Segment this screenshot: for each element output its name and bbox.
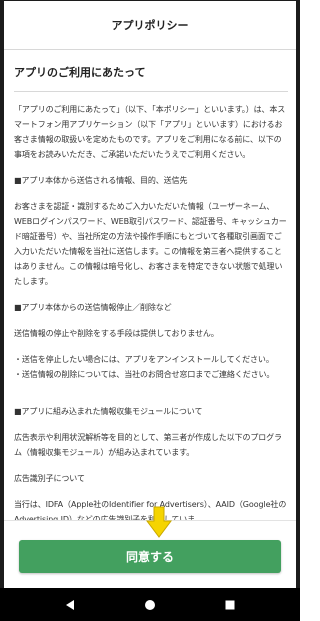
section-body: 送信情報の停止や削除をする手段は提供しておりません。 bbox=[14, 329, 219, 338]
bullet-item: ・送信を停止したい場合には、アプリをアンインストールしてください。 bbox=[14, 355, 274, 364]
section-body: 広告表示や利用状況解析等を目的として、第三者が作成した以下のプログラム（情報収集… bbox=[14, 433, 282, 457]
section-body: お客さまを認証・識別するためご入力いただいた情報（ユーザーネーム、WEBログイン… bbox=[14, 202, 287, 286]
section-title: ■アプリ本体から送信される情報、目的、送信先 bbox=[14, 176, 188, 185]
page-title: アプリポリシー bbox=[111, 19, 189, 32]
arrow-down-icon bbox=[146, 506, 172, 538]
section-subtitle: 広告識別子について bbox=[14, 474, 85, 483]
agree-button[interactable]: 同意する bbox=[19, 540, 281, 573]
app-header: アプリポリシー bbox=[4, 1, 296, 50]
policy-scroll-area[interactable]: アプリのご利用にあたって 「アプリのご利用にあたって」（以下、「本ポリシー」とい… bbox=[4, 50, 296, 520]
policy-heading: アプリのご利用にあたって bbox=[14, 66, 146, 79]
home-circle-icon[interactable] bbox=[142, 597, 158, 613]
section-title: ■アプリに組み込まれた情報収集モジュールについて bbox=[14, 407, 203, 416]
divider bbox=[14, 91, 288, 92]
policy-intro: 「アプリのご利用にあたって」（以下、「本ポリシー」といいます。）は、本スマートフ… bbox=[14, 105, 286, 159]
agree-button-label: 同意する bbox=[125, 550, 174, 564]
section-title: ■アプリ本体からの送信情報停止／削除など bbox=[14, 303, 172, 312]
system-nav-bar bbox=[0, 588, 300, 621]
back-triangle-icon[interactable] bbox=[62, 597, 78, 613]
bullet-item: ・送信情報の削除については、当社のお問合せ窓口までご連絡ください。 bbox=[14, 370, 275, 379]
recents-square-icon[interactable] bbox=[222, 597, 238, 613]
